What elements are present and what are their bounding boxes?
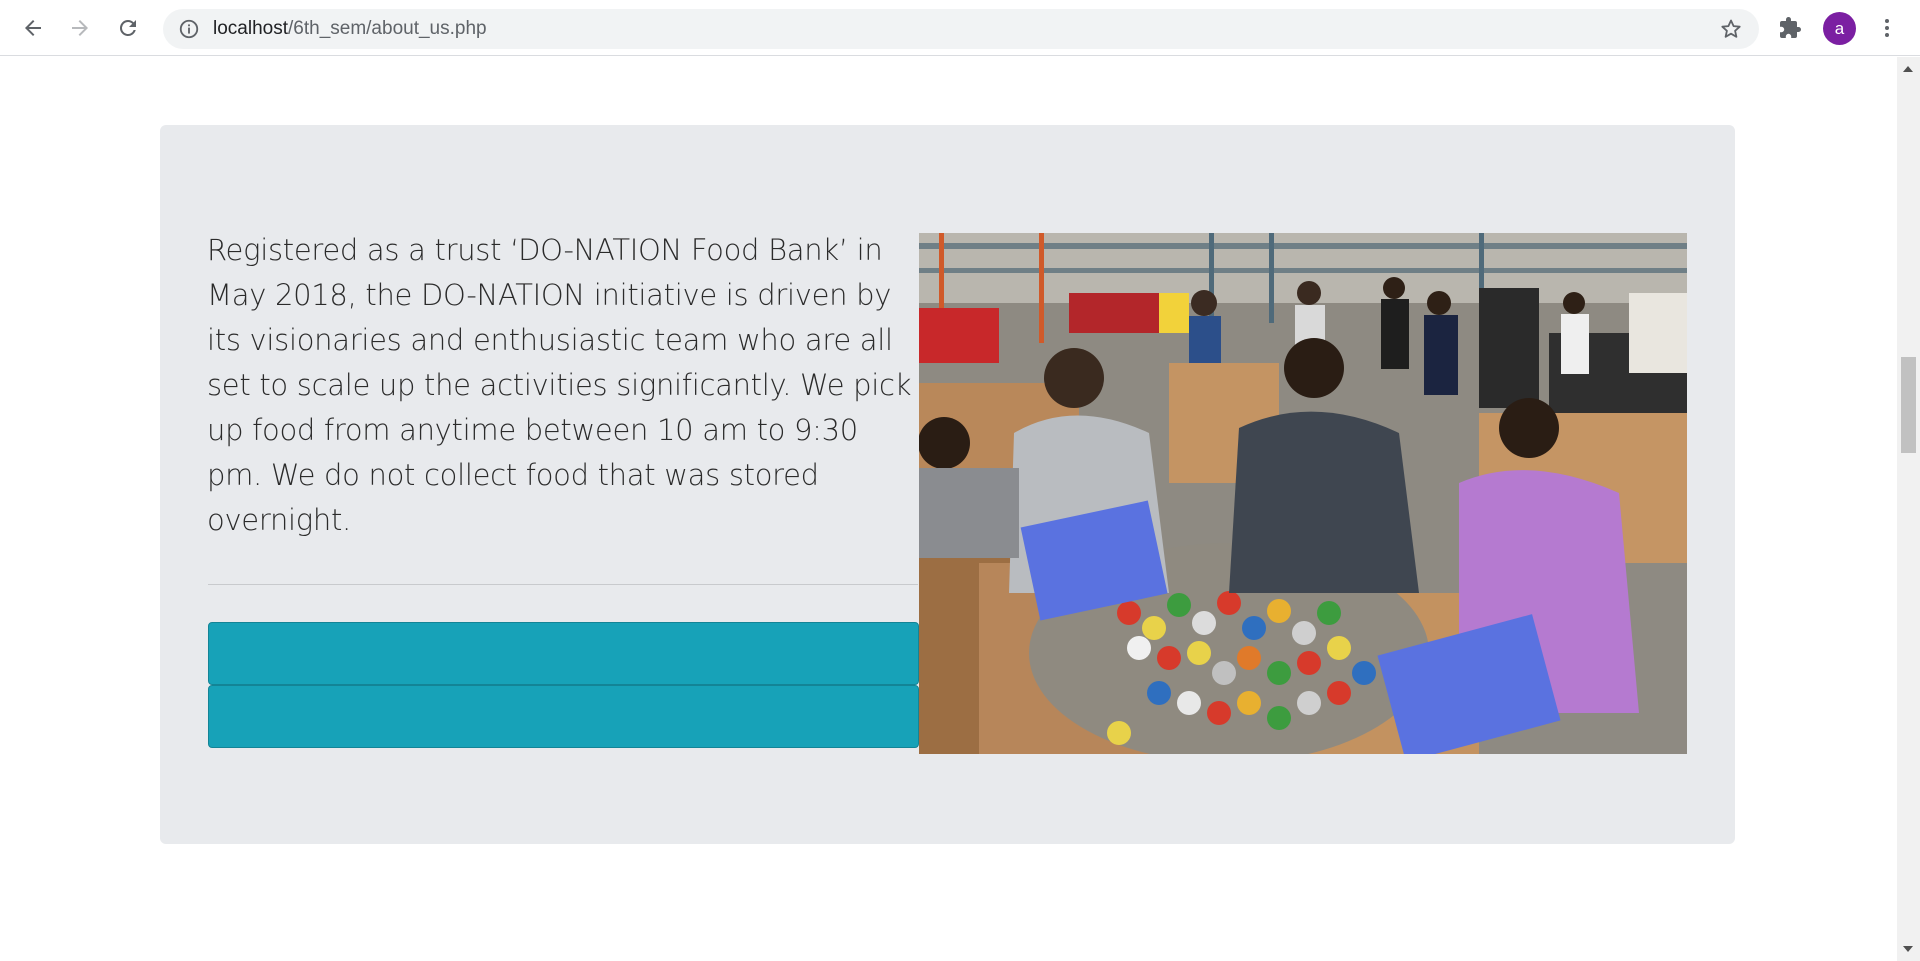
- forward-arrow-icon[interactable]: [62, 10, 98, 46]
- url-text[interactable]: localhost/6th_sem/about_us.php: [213, 9, 487, 49]
- info-icon[interactable]: [178, 18, 200, 40]
- about-paragraph: Registered as a trust ‘DO-NATION Food Ba…: [207, 233, 912, 537]
- profile-avatar[interactable]: a: [1823, 12, 1856, 45]
- scroll-down-icon[interactable]: [1903, 946, 1913, 952]
- scroll-up-icon[interactable]: [1903, 66, 1913, 72]
- about-card: Registered as a trust ‘DO-NATION Food Ba…: [160, 125, 1735, 844]
- vertical-scrollbar[interactable]: [1897, 57, 1920, 961]
- divider: [208, 584, 918, 585]
- url-path: /6th_sem/about_us.php: [288, 18, 487, 39]
- scroll-thumb[interactable]: [1901, 357, 1916, 453]
- browser-toolbar: localhost/6th_sem/about_us.php a: [0, 0, 1920, 56]
- action-button-1[interactable]: [208, 622, 919, 685]
- page-content: Registered as a trust ‘DO-NATION Food Ba…: [0, 57, 1897, 961]
- kebab-menu-icon[interactable]: [1869, 10, 1905, 46]
- back-arrow-icon[interactable]: [15, 10, 51, 46]
- food-bank-volunteers-photo: [919, 233, 1687, 754]
- address-bar[interactable]: localhost/6th_sem/about_us.php: [163, 9, 1759, 49]
- url-host: localhost: [213, 18, 288, 39]
- reload-icon[interactable]: [110, 10, 146, 46]
- action-button-2[interactable]: [208, 685, 919, 748]
- star-icon[interactable]: [1719, 17, 1743, 41]
- puzzle-icon[interactable]: [1772, 10, 1808, 46]
